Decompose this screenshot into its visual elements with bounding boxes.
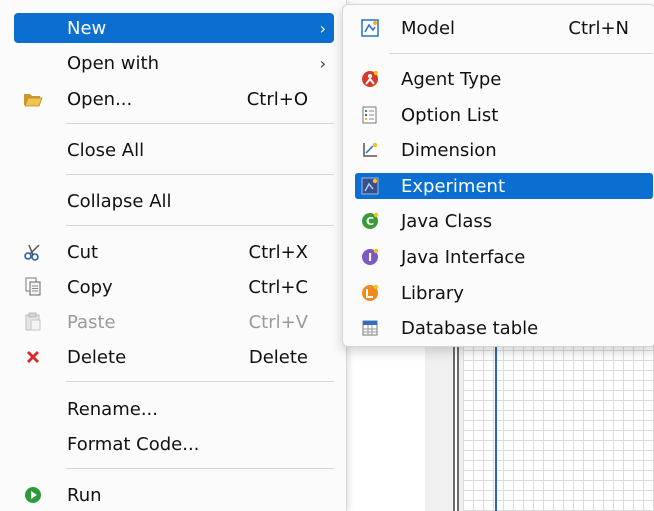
menu-item-label: Format Code... [67,433,200,455]
java-class-icon: C [359,210,381,232]
menu-item-run[interactable]: Run [14,480,334,510]
delete-icon [22,346,44,368]
menu-item-label: Rename... [67,398,158,420]
submenu-item-label: Agent Type [401,68,502,90]
submenu-item-library[interactable]: Library [355,280,653,306]
menu-item-label: Run [67,484,102,506]
agent-type-icon [359,68,381,90]
menu-item-label: Cut [67,241,99,263]
submenu-item-dimension[interactable]: Dimension [355,137,653,163]
canvas-grid [463,340,654,511]
dimension-icon [359,139,381,161]
menu-item-collapse-all[interactable]: Collapse All [14,186,334,216]
menu-item-shortcut: Ctrl+C [248,276,308,298]
submenu-item-label: Java Interface [401,246,526,268]
folder-open-icon [22,88,44,110]
submenu-item-experiment[interactable]: Experiment [355,173,653,199]
submenu-item-database-table[interactable]: Database table [355,315,653,341]
chevron-right-icon: › [319,18,326,38]
submenu-item-java-interface[interactable]: I Java Interface [355,244,653,270]
menu-item-label: Close All [67,139,145,161]
submenu-item-label: Option List [401,104,499,126]
menu-separator [66,381,334,382]
model-icon [359,17,381,39]
context-menu: New › Open with › Open... Ctrl+O Close A… [0,0,347,511]
submenu-item-label: Dimension [401,139,497,161]
submenu-item-shortcut: Ctrl+N [568,17,629,39]
menu-item-shortcut: Ctrl+X [248,241,308,263]
menu-item-open[interactable]: Open... Ctrl+O [14,84,334,114]
menu-item-new[interactable]: New › [14,13,334,43]
scissors-icon [22,241,44,263]
library-icon [359,282,381,304]
menu-item-paste[interactable]: Paste Ctrl+V [14,307,334,337]
menu-separator [66,225,334,226]
editor-canvas[interactable] [425,340,654,511]
menu-item-label: Open with [67,52,159,74]
copy-icon [22,276,44,298]
menu-item-label: Open... [67,88,133,110]
menu-item-open-with[interactable]: Open with › [14,48,334,78]
canvas-guide-line [495,340,497,511]
submenu-item-label: Library [401,282,464,304]
submenu-item-model[interactable]: Model Ctrl+N [355,15,653,41]
option-list-icon [359,104,381,126]
menu-item-label: Collapse All [67,190,172,212]
chevron-right-icon: › [319,53,326,73]
submenu-item-label: Database table [401,317,539,339]
experiment-icon [359,175,381,197]
submenu-item-label: Model [401,17,456,39]
database-table-icon [359,317,381,339]
submenu-separator [389,53,653,54]
menu-separator [66,123,334,124]
run-icon [22,484,44,506]
menu-item-cut[interactable]: Cut Ctrl+X [14,237,334,267]
svg-text:C: C [366,215,374,228]
menu-item-label: Copy [67,276,113,298]
submenu-item-label: Experiment [401,175,506,197]
menu-item-format-code[interactable]: Format Code... [14,429,334,459]
submenu-item-label: Java Class [401,210,493,232]
submenu-item-java-class[interactable]: C Java Class [355,208,653,234]
menu-item-delete[interactable]: Delete Delete [14,342,334,372]
menu-item-label: Delete [67,346,127,368]
menu-item-label: Paste [67,311,116,333]
java-interface-icon: I [359,246,381,268]
paste-icon [22,311,44,333]
menu-item-copy[interactable]: Copy Ctrl+C [14,272,334,302]
svg-text:I: I [368,251,372,264]
menu-item-label: New [67,17,107,39]
menu-item-shortcut: Delete [248,346,308,368]
canvas-frame-border [453,340,459,511]
menu-separator [66,174,334,175]
submenu-item-agent-type[interactable]: Agent Type [355,66,653,92]
menu-item-shortcut: Ctrl+V [248,311,308,333]
menu-separator [66,468,334,469]
menu-item-shortcut: Ctrl+O [246,88,308,110]
menu-item-close-all[interactable]: Close All [14,135,334,165]
menu-item-rename[interactable]: Rename... [14,394,334,424]
submenu-item-option-list[interactable]: Option List [355,102,653,128]
new-submenu: Model Ctrl+N Agent Type Option List Dime… [342,4,654,347]
